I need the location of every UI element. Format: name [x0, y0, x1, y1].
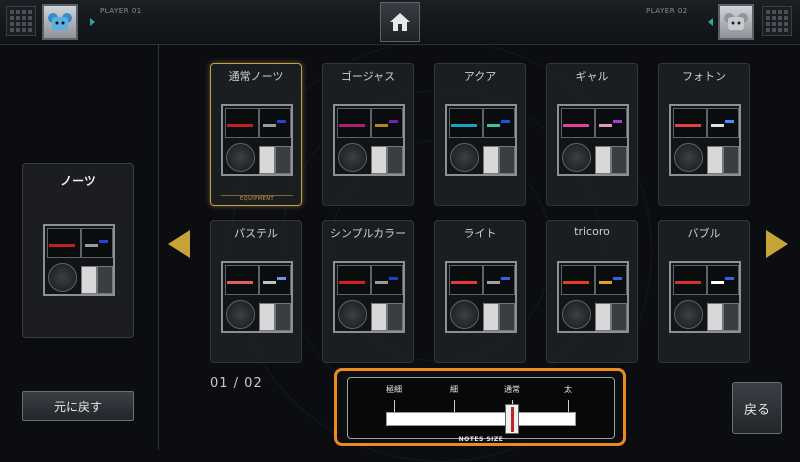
current-skin-title: ノーツ — [60, 174, 96, 188]
skin-card[interactable]: アクア — [434, 63, 526, 206]
skin-card[interactable]: ギャル — [546, 63, 638, 206]
skin-card-label: ゴージャス — [340, 70, 396, 83]
skin-preview — [669, 104, 741, 176]
skin-preview — [557, 104, 629, 176]
skin-preview — [333, 104, 405, 176]
skin-card-label: ギャル — [575, 70, 609, 83]
equipped-badge: EQUIPMENT — [221, 195, 293, 203]
notes-size-panel: 極細 細 通常 太 NOTES SIZE — [334, 368, 626, 446]
skin-card[interactable]: ゴージャス — [322, 63, 414, 206]
skin-preview — [669, 261, 741, 333]
notes-size-tick-label: 細 — [450, 385, 458, 394]
skin-card-label: バブル — [687, 227, 721, 240]
skin-card[interactable]: バブル — [658, 220, 750, 363]
skin-preview — [221, 261, 293, 333]
next-page-arrow-icon[interactable] — [766, 230, 788, 258]
notes-size-tick-label: 通常 — [504, 385, 520, 394]
notes-size-slider-handle[interactable] — [505, 404, 519, 434]
player1-indicator-icon — [90, 18, 95, 26]
mascot-icon — [48, 13, 72, 30]
skin-card[interactable]: パステル — [210, 220, 302, 363]
skin-preview — [557, 261, 629, 333]
skin-preview — [221, 104, 293, 176]
skin-card-label: パステル — [234, 227, 278, 240]
skin-card-label: フォトン — [682, 70, 726, 83]
back-button[interactable]: 戻る — [732, 382, 782, 434]
skin-card-label: シンプルカラー — [329, 227, 407, 240]
skin-card[interactable]: ライト — [434, 220, 526, 363]
notes-size-slider-frame: 極細 細 通常 太 NOTES SIZE — [347, 377, 615, 443]
skin-card-label: 通常ノーツ — [228, 70, 284, 83]
notes-size-label: NOTES SIZE — [458, 436, 504, 443]
mascot-icon — [724, 13, 748, 30]
current-skin-preview — [43, 224, 115, 296]
tick-mark — [568, 400, 569, 412]
notes-size-tick-label: 太 — [564, 385, 572, 394]
keypad-icon-p1 — [6, 6, 36, 36]
player2-avatar[interactable] — [718, 4, 754, 40]
notes-size-slider-track[interactable] — [386, 412, 576, 426]
left-divider — [158, 44, 159, 450]
skin-card[interactable]: tricoro — [546, 220, 638, 363]
player1-label: PLAYER 01 — [100, 7, 142, 15]
keypad-icon-p2 — [762, 6, 792, 36]
skin-card-label: tricoro — [574, 225, 610, 238]
current-skin-panel: ノーツ — [22, 163, 134, 338]
player2-label: PLAYER 02 — [646, 7, 688, 15]
skin-card[interactable]: フォトン — [658, 63, 750, 206]
notes-size-tick-label: 極細 — [386, 385, 402, 394]
skin-card[interactable]: シンプルカラー — [322, 220, 414, 363]
home-icon — [390, 13, 410, 31]
prev-page-arrow-icon[interactable] — [168, 230, 190, 258]
skin-preview — [445, 104, 517, 176]
tick-mark — [394, 400, 395, 412]
page-indicator: 01 / 02 — [210, 376, 263, 391]
skin-card-label: アクア — [463, 70, 497, 83]
skin-preview — [445, 261, 517, 333]
skin-card[interactable]: 通常ノーツ EQUIPMENT — [210, 63, 302, 206]
reset-button[interactable]: 元に戻す — [22, 391, 134, 421]
skin-card-label: ライト — [463, 227, 497, 240]
player1-avatar[interactable] — [42, 4, 78, 40]
player2-indicator-icon — [708, 18, 713, 26]
tick-mark — [454, 400, 455, 412]
home-button[interactable] — [380, 2, 420, 42]
skin-preview — [333, 261, 405, 333]
